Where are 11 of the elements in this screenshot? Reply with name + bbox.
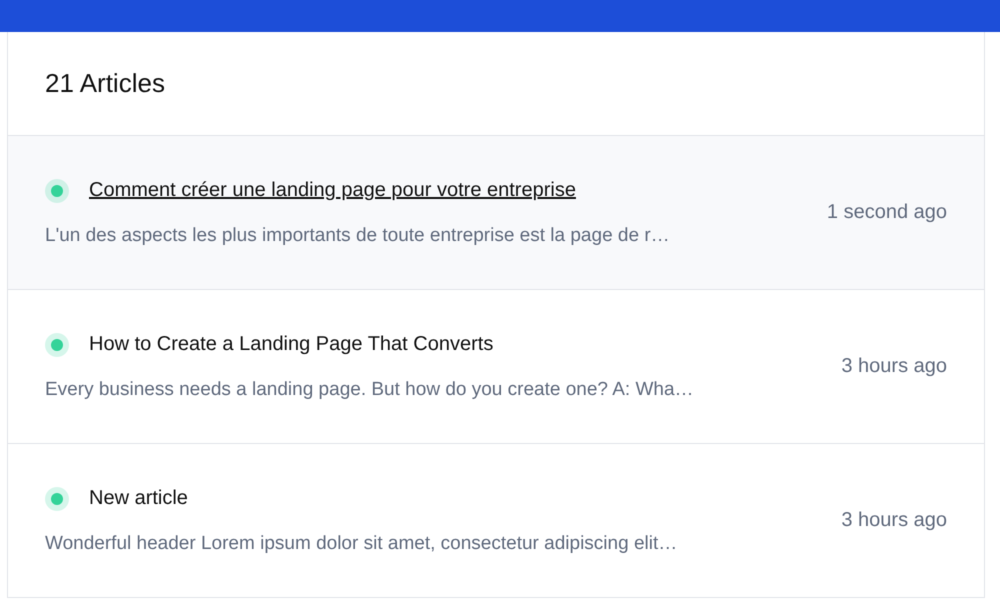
article-excerpt: Wonderful header Lorem ipsum dolor sit amet, consectetur adipiscing elit… <box>45 532 678 554</box>
article-time: 3 hours ago <box>841 355 947 378</box>
article-excerpt: Every business needs a landing page. But how do you create one? A: Wha… <box>45 378 695 400</box>
article-excerpt: L'un des aspects les plus importants de toute entreprise est la page de r… <box>45 224 671 246</box>
article-time: 1 second ago <box>826 201 947 224</box>
panel-title: 21 Articles <box>45 68 165 99</box>
article-row[interactable]: Comment créer une landing page pour votre entreprise L'un des aspects les plus importants de toute entreprise est la page de r… 1 second ago <box>8 136 984 290</box>
article-title[interactable]: Comment créer une landing page pour votre entreprise <box>89 179 576 202</box>
article-title[interactable]: How to Create a Landing Page That Converts <box>89 333 494 356</box>
article-time: 3 hours ago <box>841 509 947 532</box>
article-title[interactable]: New article <box>89 487 188 510</box>
